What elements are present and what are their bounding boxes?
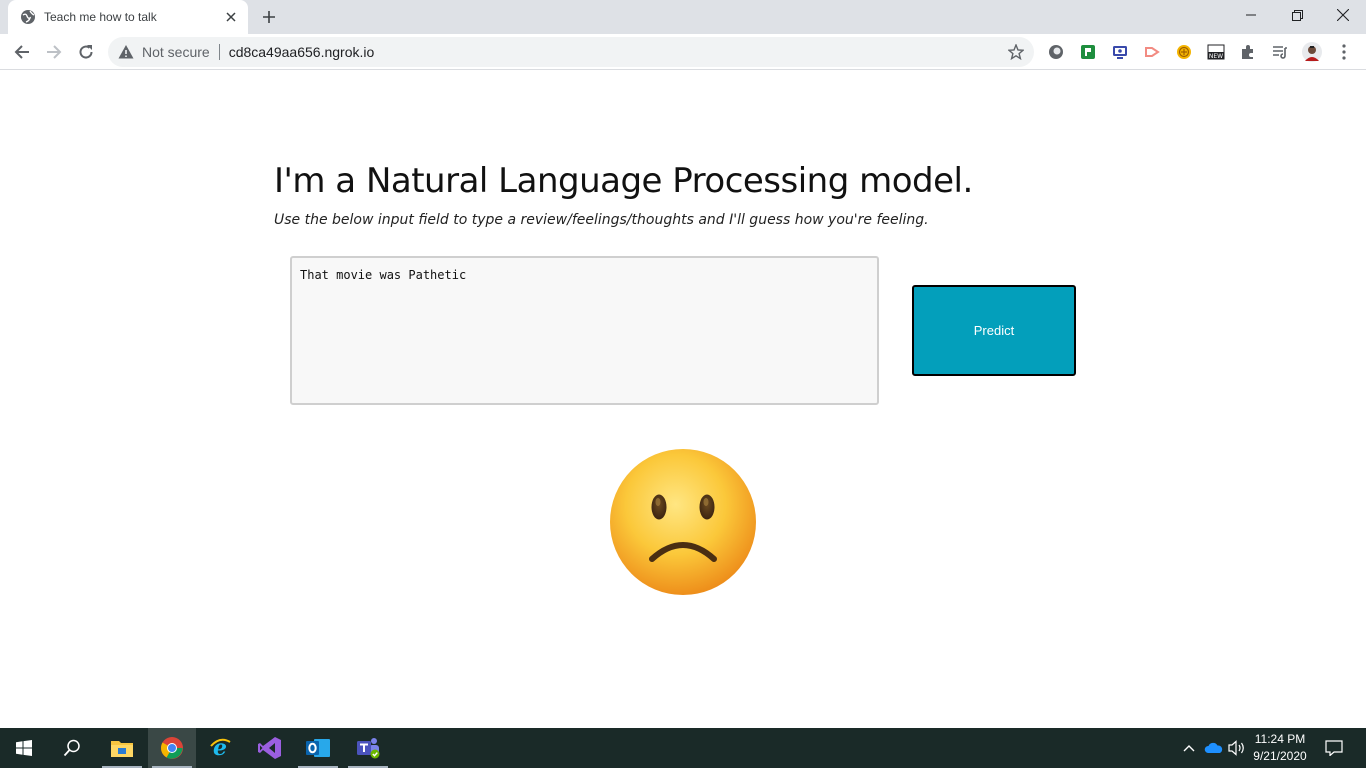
page-subtitle: Use the below input field to type a revi… (274, 212, 929, 228)
clock-date: 9/21/2020 (1253, 749, 1307, 763)
close-window-icon[interactable] (1320, 0, 1366, 30)
taskbar: e 11:24 PM 9/21/2020 (0, 728, 1366, 768)
security-label[interactable]: Not secure (142, 44, 210, 60)
arrow-extension-icon[interactable] (1142, 42, 1162, 62)
internet-explorer-icon[interactable]: e (196, 728, 244, 768)
teams-icon[interactable] (344, 728, 392, 768)
profile-avatar[interactable] (1302, 42, 1322, 62)
close-tab-icon[interactable] (222, 8, 240, 26)
sad-face-emoji (610, 449, 756, 595)
start-button[interactable] (0, 728, 48, 768)
url-text[interactable]: cd8ca49aa656.ngrok.io (229, 44, 375, 60)
new-tab-icon[interactable] (258, 6, 280, 28)
tab-strip: Teach me how to talk (0, 0, 1366, 34)
browser-tab[interactable]: Teach me how to talk (8, 0, 248, 34)
visual-studio-icon[interactable] (246, 728, 294, 768)
onedrive-icon[interactable] (1202, 728, 1226, 768)
system-clock[interactable]: 11:24 PM 9/21/2020 (1248, 731, 1312, 765)
minimize-icon[interactable] (1228, 0, 1274, 30)
chrome-icon[interactable] (148, 728, 196, 768)
globe-icon (21, 10, 35, 24)
browser-toolbar: Not secure cd8ca49aa656.ngrok.io NEW (0, 34, 1366, 70)
coin-extension-icon[interactable] (1174, 42, 1194, 62)
page-title: I'm a Natural Language Processing model. (274, 161, 973, 201)
web-page: I'm a Natural Language Processing model.… (0, 71, 1366, 728)
back-icon[interactable] (8, 38, 36, 66)
outlook-icon[interactable] (294, 728, 342, 768)
news-extension-icon[interactable]: NEW (1206, 42, 1226, 62)
divider (218, 44, 220, 60)
browser-menu-icon[interactable] (1334, 42, 1354, 62)
review-input[interactable]: That movie was Pathetic (290, 256, 879, 405)
warning-icon (118, 45, 134, 59)
extension-icon[interactable] (1046, 42, 1066, 62)
search-icon[interactable] (48, 728, 96, 768)
clock-time: 11:24 PM (1254, 732, 1306, 746)
restore-icon[interactable] (1274, 0, 1320, 30)
action-center-icon[interactable] (1318, 728, 1350, 768)
show-hidden-icons-icon[interactable] (1178, 728, 1200, 768)
predict-button[interactable]: Predict (912, 285, 1076, 376)
screen-extension-icon[interactable] (1110, 42, 1130, 62)
forward-icon[interactable] (40, 38, 68, 66)
puzzle-icon[interactable] (1238, 42, 1258, 62)
reload-icon[interactable] (72, 38, 100, 66)
playlist-icon[interactable] (1270, 42, 1290, 62)
bookmark-star-icon[interactable] (1008, 44, 1024, 60)
address-bar[interactable]: Not secure cd8ca49aa656.ngrok.io (108, 37, 1034, 67)
file-explorer-icon[interactable] (98, 728, 146, 768)
tab-title: Teach me how to talk (44, 10, 157, 24)
volume-icon[interactable] (1226, 728, 1250, 768)
spreadsheet-extension-icon[interactable] (1078, 42, 1098, 62)
svg-text:NEW: NEW (1209, 53, 1223, 60)
